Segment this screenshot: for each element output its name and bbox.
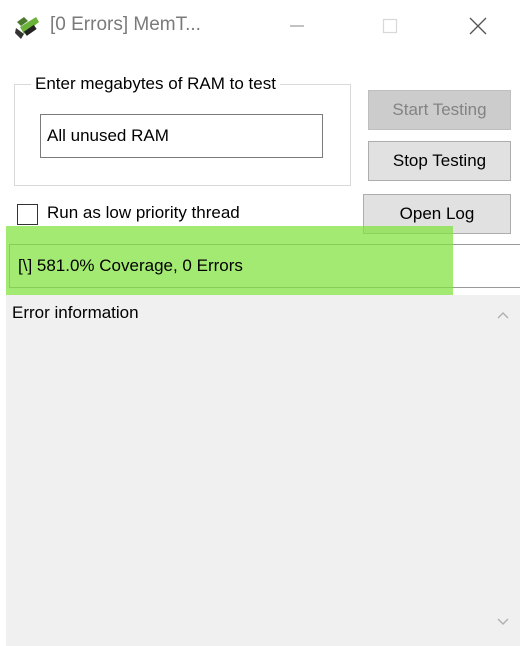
window-title: [0 Errors] MemT...: [50, 14, 201, 35]
low-priority-checkbox[interactable]: [17, 204, 38, 225]
start-testing-button[interactable]: Start Testing: [368, 90, 511, 130]
error-information-label: Error information: [12, 303, 139, 322]
maximize-icon: [382, 18, 398, 34]
scroll-down-icon[interactable]: [493, 612, 513, 632]
scroll-up-icon[interactable]: [493, 305, 513, 325]
stop-testing-button[interactable]: Stop Testing: [368, 141, 511, 181]
memtest-app-icon: [15, 17, 39, 39]
error-pane-scrollbar[interactable]: [486, 300, 520, 646]
ram-amount-input[interactable]: [40, 114, 323, 158]
status-text: [\] 581.0% Coverage, 0 Errors: [18, 256, 243, 275]
minimize-button[interactable]: [274, 0, 320, 52]
close-icon: [469, 17, 487, 35]
error-information-pane[interactable]: [6, 295, 520, 646]
close-button[interactable]: [455, 0, 501, 52]
title-bar: [0 Errors] MemT...: [0, 0, 520, 52]
ram-group-label: Enter megabytes of RAM to test: [31, 74, 280, 94]
minimize-icon: [290, 25, 304, 27]
low-priority-label: Run as low priority thread: [47, 203, 240, 222]
maximize-button[interactable]: [367, 0, 413, 52]
